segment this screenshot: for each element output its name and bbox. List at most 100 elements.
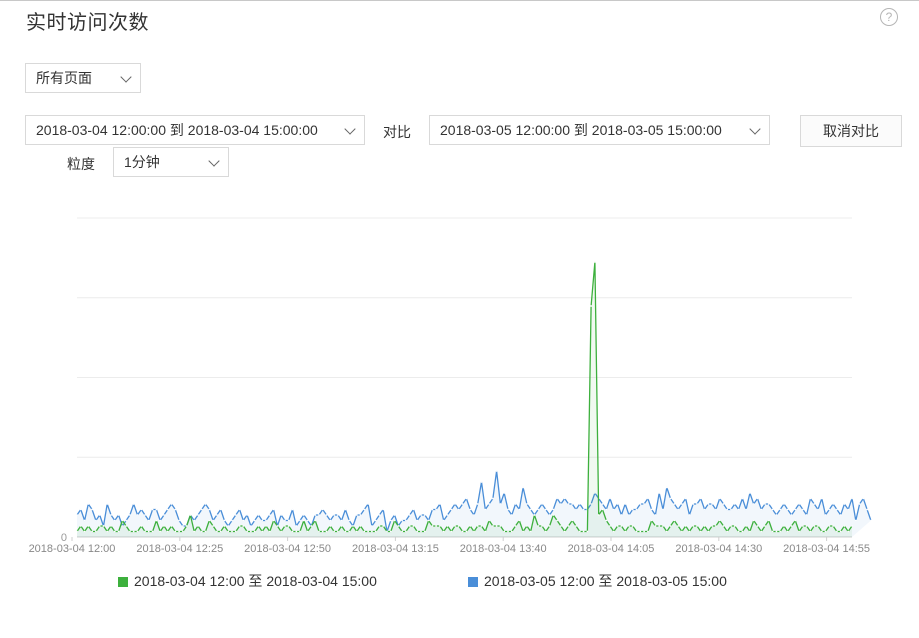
data-point bbox=[809, 530, 812, 533]
data-point bbox=[529, 530, 532, 533]
data-point bbox=[348, 530, 351, 533]
data-point bbox=[722, 525, 725, 527]
data-point bbox=[817, 525, 819, 527]
data-point bbox=[601, 508, 604, 511]
data-point bbox=[514, 525, 517, 527]
data-point bbox=[650, 519, 653, 522]
data-point bbox=[843, 503, 846, 505]
data-point bbox=[200, 530, 203, 533]
data-point bbox=[159, 519, 162, 522]
data-point bbox=[374, 530, 377, 533]
data-point bbox=[359, 514, 362, 516]
data-point bbox=[499, 503, 502, 505]
data-point bbox=[514, 503, 517, 505]
data-point bbox=[760, 530, 763, 533]
data-point bbox=[575, 508, 577, 511]
data-point bbox=[779, 530, 782, 533]
data-point bbox=[647, 530, 649, 533]
data-point bbox=[117, 530, 120, 533]
data-point bbox=[389, 519, 392, 522]
data-point bbox=[851, 497, 853, 500]
data-point bbox=[257, 514, 260, 516]
data-point bbox=[242, 519, 245, 522]
data-point bbox=[783, 503, 785, 505]
data-point bbox=[843, 525, 846, 527]
data-point bbox=[435, 508, 437, 511]
data-point bbox=[699, 530, 702, 533]
data-point bbox=[98, 525, 101, 527]
data-point bbox=[544, 530, 547, 533]
data-point bbox=[722, 503, 725, 505]
data-point bbox=[246, 514, 249, 516]
data-point bbox=[287, 525, 290, 527]
data-point bbox=[174, 530, 177, 533]
data-point bbox=[401, 530, 403, 533]
data-point bbox=[378, 514, 381, 516]
data-point bbox=[476, 525, 479, 527]
data-point bbox=[654, 525, 657, 527]
data-point bbox=[132, 503, 135, 505]
visits-line-chart: 02018-03-04 12:00 2018-03-04 12:25 2018-03… bbox=[29, 217, 872, 555]
data-point bbox=[836, 508, 838, 511]
data-point bbox=[227, 525, 230, 527]
data-point bbox=[669, 497, 672, 500]
data-point bbox=[631, 508, 634, 511]
data-point bbox=[522, 486, 524, 489]
data-point bbox=[820, 497, 823, 500]
data-point bbox=[268, 530, 271, 533]
data-point bbox=[733, 525, 736, 527]
data-point bbox=[446, 525, 449, 527]
data-point bbox=[454, 525, 456, 527]
data-point bbox=[431, 508, 434, 511]
data-point bbox=[129, 514, 131, 516]
data-point bbox=[684, 525, 687, 527]
data-point bbox=[612, 508, 615, 511]
data-point bbox=[280, 514, 282, 516]
data-point bbox=[299, 519, 301, 522]
data-point bbox=[265, 519, 267, 522]
data-point bbox=[231, 519, 233, 522]
legend-item-primary[interactable]: 2018-03-04 12:00 至 2018-03-04 15:00 bbox=[118, 571, 377, 591]
data-point bbox=[189, 514, 192, 516]
data-point bbox=[692, 503, 695, 505]
data-point bbox=[715, 525, 717, 527]
x-tick-label: 2018-03-04 14:30 bbox=[675, 543, 762, 555]
data-point bbox=[439, 525, 441, 527]
x-tick-label: 2018-03-04 12:25 bbox=[136, 543, 223, 555]
legend-item-compare[interactable]: 2018-03-05 12:00 至 2018-03-05 15:00 bbox=[468, 571, 727, 591]
data-point bbox=[314, 514, 317, 516]
data-point bbox=[733, 503, 736, 505]
data-point bbox=[204, 530, 207, 533]
data-point bbox=[488, 519, 490, 522]
data-point bbox=[197, 514, 199, 516]
data-point bbox=[333, 530, 335, 533]
data-point bbox=[408, 514, 411, 516]
data-point bbox=[805, 525, 808, 527]
data-point bbox=[291, 508, 294, 511]
data-point bbox=[151, 530, 154, 533]
data-point bbox=[197, 525, 199, 527]
data-point bbox=[337, 530, 339, 533]
data-point bbox=[174, 508, 177, 511]
data-point bbox=[832, 503, 834, 505]
data-point bbox=[238, 508, 241, 511]
data-point bbox=[567, 525, 570, 527]
data-point bbox=[749, 492, 751, 494]
data-point bbox=[91, 508, 93, 511]
data-point bbox=[461, 503, 464, 505]
data-point bbox=[809, 497, 812, 500]
data-point bbox=[170, 503, 173, 505]
data-point bbox=[295, 525, 298, 527]
data-point bbox=[204, 503, 207, 505]
data-point bbox=[813, 503, 816, 505]
data-point bbox=[144, 514, 146, 516]
data-point bbox=[817, 508, 819, 511]
data-point bbox=[465, 530, 468, 533]
data-point bbox=[140, 525, 143, 527]
data-point bbox=[870, 519, 872, 522]
data-point bbox=[805, 514, 808, 516]
data-point bbox=[219, 508, 222, 511]
data-point bbox=[650, 508, 653, 511]
x-tick-label: 2018-03-04 13:40 bbox=[460, 543, 547, 555]
data-point bbox=[223, 525, 226, 527]
